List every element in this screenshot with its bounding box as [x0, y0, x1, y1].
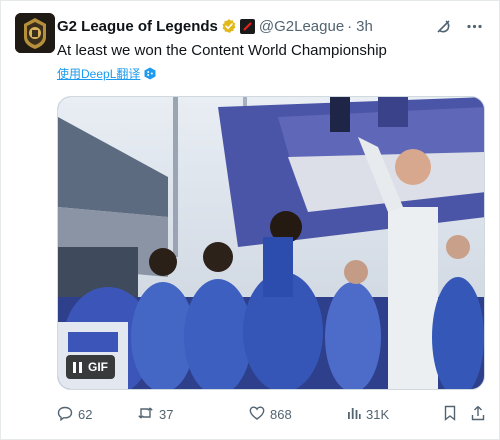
gif-media[interactable]: GIF — [57, 96, 485, 390]
deepl-icon — [144, 67, 156, 80]
separator-dot: · — [347, 17, 353, 35]
account-handle[interactable]: @G2League — [259, 18, 344, 35]
verified-badge-icon — [221, 18, 237, 34]
repost-icon — [137, 405, 154, 424]
tweet-time[interactable]: 3h — [356, 18, 373, 35]
gif-label: GIF — [88, 360, 108, 374]
reply-button[interactable]: 62 — [57, 403, 92, 425]
repost-count: 37 — [159, 406, 174, 422]
like-button[interactable]: 868 — [249, 403, 292, 425]
tweet-header: G2 League of Legends @G2League · 3h — [57, 15, 483, 37]
translate-link[interactable]: 使用DeepL翻译 — [57, 65, 140, 82]
reply-count: 62 — [78, 406, 93, 422]
account-name[interactable]: G2 League of Legends — [57, 18, 218, 35]
bookmark-icon — [443, 405, 457, 424]
tweet-actions: 62 37 868 31K — [57, 403, 487, 425]
views-button[interactable]: 31K — [347, 403, 389, 425]
heart-icon — [249, 405, 265, 424]
gif-frame-image — [58, 97, 484, 389]
gif-badge[interactable]: GIF — [66, 355, 115, 379]
reply-icon — [57, 405, 73, 424]
views-count: 31K — [366, 406, 390, 422]
repost-button[interactable]: 37 — [137, 403, 173, 425]
tweet-card[interactable]: G2 League of Legends @G2League · 3h At l… — [0, 0, 500, 440]
tweet-text: At least we won the Content World Champi… — [57, 42, 387, 59]
bookmark-button[interactable] — [443, 403, 457, 425]
pause-icon — [73, 361, 82, 373]
like-count: 868 — [270, 406, 292, 422]
share-icon — [471, 405, 485, 424]
views-icon — [347, 406, 361, 423]
affiliate-icon[interactable] — [239, 18, 255, 34]
share-button[interactable] — [471, 403, 485, 425]
grok-icon[interactable] — [435, 18, 452, 35]
more-icon[interactable] — [466, 18, 483, 35]
avatar[interactable] — [15, 13, 55, 53]
translate-row: 使用DeepL翻译 — [57, 65, 156, 82]
